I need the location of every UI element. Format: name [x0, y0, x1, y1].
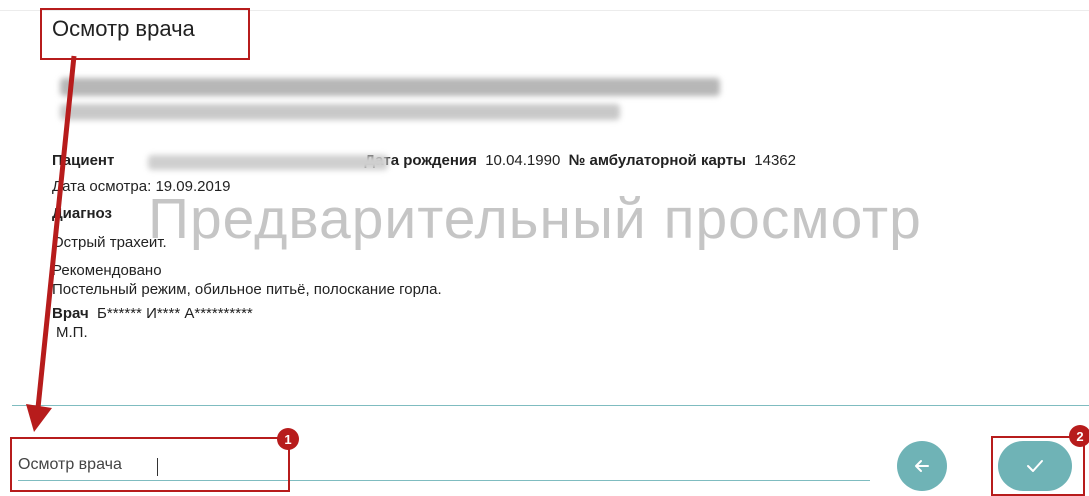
annotation-box-title — [40, 8, 250, 60]
annotation-box-confirm — [991, 436, 1085, 496]
annotation-box-input — [10, 437, 290, 492]
annotation-badge-2: 2 — [1069, 425, 1089, 447]
annotation-arrow — [26, 55, 77, 432]
annotation-badge-1: 1 — [277, 428, 299, 450]
